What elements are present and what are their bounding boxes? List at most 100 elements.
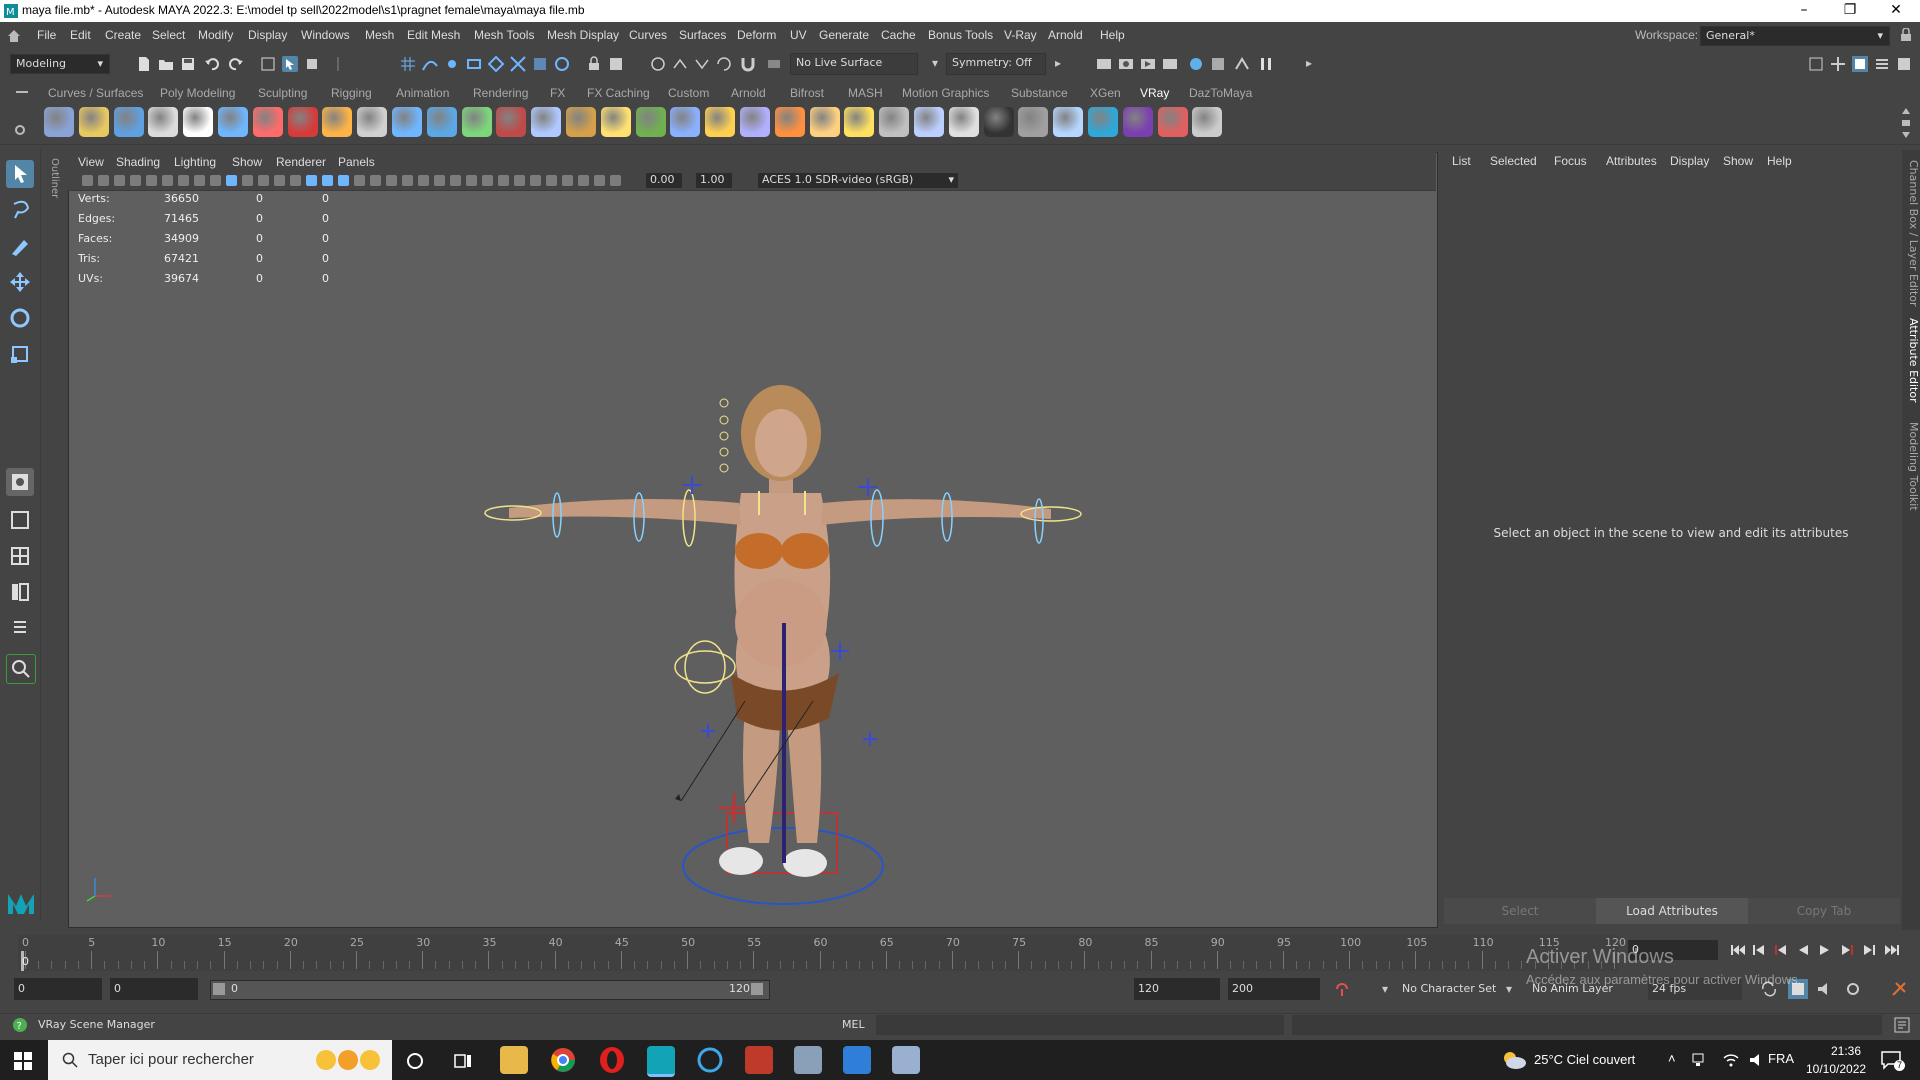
ae-menu-show[interactable]: Show bbox=[1723, 154, 1753, 168]
outliner-layout-icon[interactable] bbox=[6, 578, 34, 606]
vray-shelf-tool-icon[interactable] bbox=[392, 107, 422, 137]
command-type-label[interactable]: MEL bbox=[842, 1018, 865, 1031]
shelf-tab-mash[interactable]: MASH bbox=[848, 86, 883, 100]
rotate-tool-icon[interactable] bbox=[6, 304, 34, 332]
playback-end-field[interactable]: 120 bbox=[1134, 978, 1220, 1000]
construction-history-icon[interactable] bbox=[716, 56, 732, 72]
ccleaner-icon[interactable] bbox=[696, 1046, 724, 1074]
vray-shelf-tool-icon[interactable] bbox=[566, 107, 596, 137]
menu-bonus-tools[interactable]: Bonus Tools bbox=[928, 28, 993, 42]
vray-shelf-tool-icon[interactable] bbox=[287, 107, 318, 137]
live-surface-field[interactable]: No Live Surface bbox=[790, 53, 918, 75]
viewport-tool-icon[interactable] bbox=[226, 175, 237, 186]
viewport-tool-icon[interactable] bbox=[450, 175, 461, 186]
modeling-toolkit-icon[interactable] bbox=[1830, 56, 1846, 72]
redo-icon[interactable] bbox=[228, 56, 244, 72]
clock-time[interactable]: 21:36 bbox=[1831, 1044, 1861, 1058]
chevron-down-icon[interactable]: ▾ bbox=[932, 56, 938, 70]
snap-grid-icon[interactable] bbox=[400, 56, 416, 72]
step-back-key-icon[interactable] bbox=[1752, 943, 1766, 957]
vp-menu-panels[interactable]: Panels bbox=[338, 155, 375, 169]
weather-text[interactable]: 25°C Ciel couvert bbox=[1534, 1052, 1635, 1067]
ae-menu-display[interactable]: Display bbox=[1670, 154, 1709, 168]
viewport-tool-icon[interactable] bbox=[274, 175, 285, 186]
menu-edit[interactable]: Edit bbox=[70, 28, 91, 42]
vp-menu-view[interactable]: View bbox=[78, 155, 104, 169]
vray-frame-buffer-icon[interactable] bbox=[1210, 56, 1226, 72]
vray-shelf-tool-icon[interactable] bbox=[670, 107, 701, 137]
shelf-settings-icon[interactable] bbox=[14, 124, 26, 136]
viewport-tool-icon[interactable] bbox=[306, 175, 317, 186]
viewport-tool-icon[interactable] bbox=[322, 175, 333, 186]
menu-vray[interactable]: V-Ray bbox=[1004, 28, 1037, 42]
vp-menu-lighting[interactable]: Lighting bbox=[174, 155, 216, 169]
opera-icon[interactable] bbox=[598, 1046, 626, 1074]
viewport-canvas[interactable] bbox=[69, 153, 1437, 927]
winrar-icon[interactable] bbox=[745, 1046, 773, 1074]
snap-view-plane-icon[interactable] bbox=[466, 56, 482, 72]
tab-modeling-toolkit[interactable]: Modeling Toolkit bbox=[1902, 422, 1920, 511]
chrome-icon[interactable] bbox=[549, 1046, 577, 1074]
time-slider[interactable]: 0 5 10 15 20 25 30 35 40 45 50 55 60 65 70 75 80 85 90 95 10… bbox=[18, 935, 1626, 971]
shelf-tab-curves-surfaces[interactable]: Curves / Surfaces bbox=[48, 86, 143, 100]
ipr-render-icon[interactable] bbox=[1140, 56, 1156, 72]
menu-deform[interactable]: Deform bbox=[737, 28, 776, 42]
shelf-scroll-icon[interactable] bbox=[1900, 106, 1912, 140]
viewport-tool-icon[interactable] bbox=[130, 175, 141, 186]
menu-mesh-tools[interactable]: Mesh Tools bbox=[474, 28, 534, 42]
vray-shelf-tool-icon[interactable] bbox=[357, 107, 388, 137]
animation-prefs-icon[interactable] bbox=[1890, 980, 1908, 998]
viewport-tool-icon[interactable] bbox=[162, 175, 173, 186]
taskbar-search-box[interactable]: Taper ici pour rechercher bbox=[48, 1040, 392, 1080]
shelf-tab-poly-modeling[interactable]: Poly Modeling bbox=[160, 86, 235, 100]
save-scene-icon[interactable] bbox=[180, 56, 196, 72]
viewport-tool-icon[interactable] bbox=[594, 175, 605, 186]
viewport-tool-icon[interactable] bbox=[242, 175, 253, 186]
vray-shelf-tool-icon[interactable] bbox=[1157, 107, 1188, 137]
live-surface-icon[interactable] bbox=[766, 56, 782, 72]
photos-icon[interactable] bbox=[843, 1046, 871, 1074]
vray-shelf-tool-icon[interactable] bbox=[844, 107, 875, 137]
copy-tab-button[interactable]: Copy Tab bbox=[1748, 898, 1900, 924]
viewport-tool-icon[interactable] bbox=[498, 175, 509, 186]
search-icon[interactable] bbox=[6, 654, 36, 684]
vray-shelf-tool-icon[interactable] bbox=[983, 107, 1014, 137]
range-slider-end-handle[interactable] bbox=[751, 983, 763, 995]
snap-mesh-icon[interactable] bbox=[510, 56, 526, 72]
play-backwards-icon[interactable] bbox=[1796, 943, 1810, 957]
shelf-tab-sculpting[interactable]: Sculpting bbox=[258, 86, 307, 100]
lasso-tool-icon[interactable] bbox=[6, 196, 34, 224]
viewport-tool-icon[interactable] bbox=[610, 175, 621, 186]
viewport-tool-icon[interactable] bbox=[210, 175, 221, 186]
undo-icon[interactable] bbox=[204, 56, 220, 72]
viewport-tool-icon[interactable] bbox=[482, 175, 493, 186]
menu-edit-mesh[interactable]: Edit Mesh bbox=[407, 28, 460, 42]
scene-end-field[interactable]: 200 bbox=[1228, 978, 1320, 1000]
viewport-tool-icon[interactable] bbox=[354, 175, 365, 186]
menu-create[interactable]: Create bbox=[105, 28, 141, 42]
viewport-panel[interactable] bbox=[68, 152, 1438, 928]
vp-menu-shading[interactable]: Shading bbox=[116, 155, 160, 169]
notepad-icon[interactable] bbox=[892, 1046, 920, 1074]
viewport-tool-icon[interactable] bbox=[418, 175, 429, 186]
vray-shelf-tool-icon[interactable] bbox=[914, 107, 944, 137]
lock-icon[interactable] bbox=[586, 56, 602, 72]
vray-shelf-tool-icon[interactable] bbox=[148, 107, 179, 137]
viewport-tool-icon[interactable] bbox=[98, 175, 109, 186]
input-ops-icon[interactable] bbox=[672, 56, 688, 72]
viewport-tool-icon[interactable] bbox=[386, 175, 397, 186]
ae-menu-help[interactable]: Help bbox=[1767, 154, 1792, 168]
network-icon[interactable] bbox=[1690, 1052, 1706, 1068]
vray-shelf-tool-icon[interactable] bbox=[531, 107, 562, 137]
render-view-icon[interactable] bbox=[1096, 56, 1112, 72]
vray-shelf-tool-icon[interactable] bbox=[1053, 107, 1084, 137]
snap-point-icon[interactable] bbox=[444, 56, 460, 72]
outliner-icon[interactable] bbox=[6, 614, 34, 642]
chevron-down-icon[interactable]: ▾ bbox=[1382, 982, 1388, 996]
vray-shelf-tool-icon[interactable] bbox=[635, 107, 666, 137]
menu-mesh[interactable]: Mesh bbox=[365, 28, 394, 42]
ae-menu-list[interactable]: List bbox=[1452, 154, 1471, 168]
vray-shelf-tool-icon[interactable] bbox=[774, 107, 805, 137]
move-tool-icon[interactable] bbox=[6, 268, 34, 296]
wifi-icon[interactable] bbox=[1722, 1052, 1740, 1068]
